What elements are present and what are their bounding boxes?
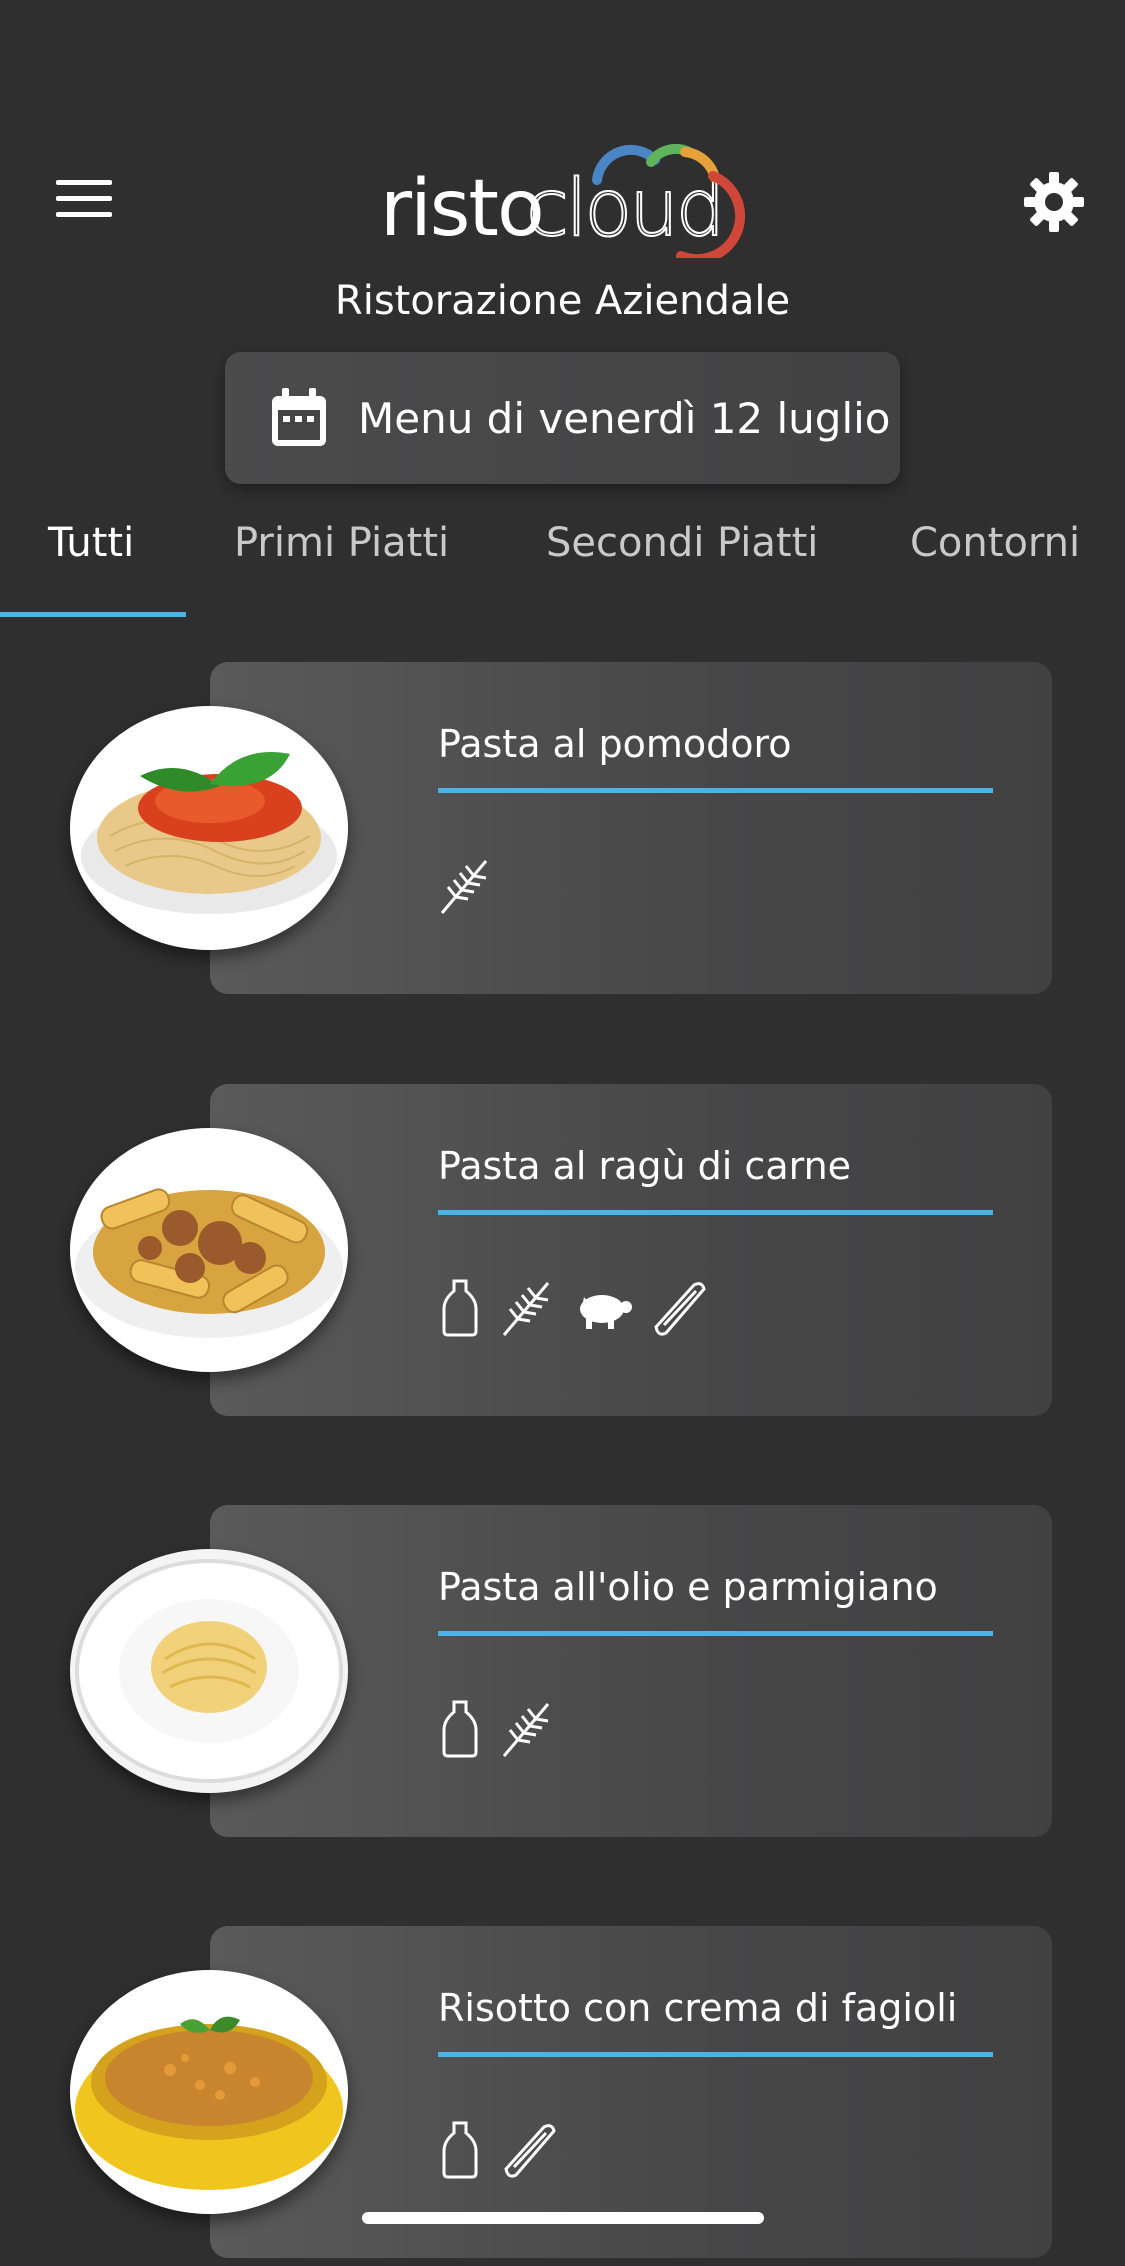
- dish-card-row[interactable]: Pasta al ragù di carne: [0, 1084, 1125, 1424]
- calendar-icon: [272, 388, 326, 446]
- dish-photo: [70, 1549, 348, 1793]
- tab-contorni[interactable]: Contorni: [910, 520, 1080, 566]
- wheat-icon: [500, 1275, 556, 1339]
- app-header: risto cloud Ristorazione Aziendale Menu …: [0, 0, 1125, 500]
- settings-gear-icon[interactable]: [1022, 170, 1086, 234]
- tab-tutti[interactable]: Tutti: [48, 520, 134, 566]
- ristocloud-logo: risto cloud: [380, 138, 750, 268]
- page-subtitle: Ristorazione Aziendale: [334, 278, 791, 324]
- dish-photo: [70, 706, 348, 950]
- dish-name: Pasta al pomodoro: [438, 722, 792, 766]
- dish-divider: [438, 1210, 993, 1215]
- date-selector-button[interactable]: Menu di venerdì 12 luglio: [225, 352, 900, 484]
- dish-divider: [438, 788, 993, 793]
- dish-divider: [438, 2052, 993, 2057]
- wheat-icon: [438, 853, 494, 917]
- dish-photo: [70, 1128, 348, 1372]
- menu-icon[interactable]: [56, 180, 112, 220]
- allergen-icons: [438, 1274, 708, 1340]
- wheat-icon: [500, 1696, 556, 1760]
- logo-text-risto: risto: [380, 164, 545, 254]
- allergen-icons: [438, 2116, 558, 2182]
- dish-name: Pasta al ragù di carne: [438, 1144, 852, 1188]
- milk-bottle-icon: [438, 1696, 482, 1760]
- milk-bottle-icon: [438, 2117, 482, 2181]
- dish-name: Pasta all'olio e parmigiano: [438, 1565, 938, 1609]
- tab-primi-piatti[interactable]: Primi Piatti: [234, 520, 449, 566]
- tab-secondi-piatti[interactable]: Secondi Piatti: [546, 520, 818, 566]
- milk-bottle-icon: [438, 1275, 482, 1339]
- cloud-arc-icon: [592, 143, 745, 258]
- allergen-icons: [438, 1695, 556, 1761]
- celery-icon: [650, 1275, 708, 1339]
- dish-name: Risotto con crema di fagioli: [438, 1986, 958, 2030]
- allergen-icons: [438, 852, 494, 918]
- pig-icon: [574, 1275, 632, 1339]
- dish-photo: [70, 1970, 348, 2214]
- date-label: Menu di venerdì 12 luglio: [358, 394, 891, 443]
- dish-divider: [438, 1631, 993, 1636]
- dish-card-row[interactable]: Pasta al pomodoro: [0, 662, 1125, 1002]
- celery-icon: [500, 2117, 558, 2181]
- active-tab-indicator: [0, 612, 186, 617]
- dish-card-row[interactable]: Pasta all'olio e parmigiano: [0, 1505, 1125, 1845]
- category-tabs: Tutti Primi Piatti Secondi Piatti Contor…: [0, 520, 1125, 620]
- home-indicator[interactable]: [362, 2212, 764, 2224]
